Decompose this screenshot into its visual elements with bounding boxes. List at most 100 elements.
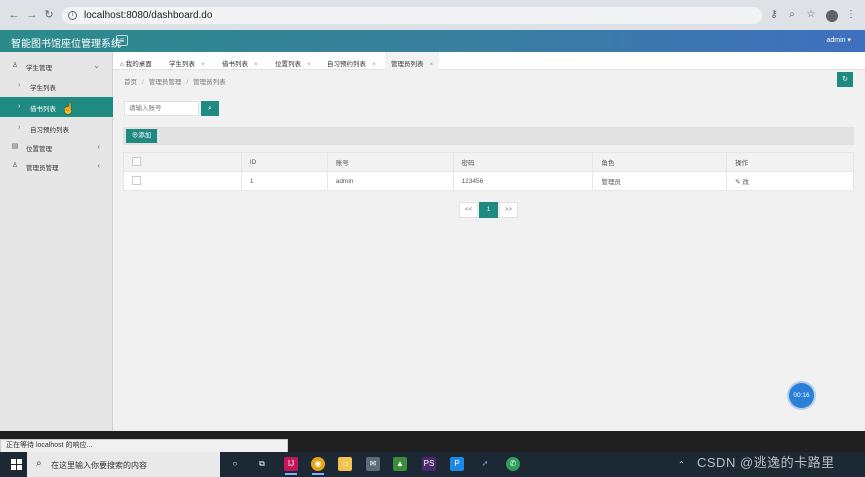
toolbar [123,127,854,145]
sidebar-group-label: 管理员管理 [26,165,59,172]
app-title: 智能图书馆座位管理系统 [11,39,121,50]
table-header-row: ID 账号 密码 角色 操作 [123,152,854,172]
tab-label: 借书列表 [222,61,248,68]
sidebar-item-student-list[interactable]: › 学生列表 [0,76,113,96]
document-icon: ▤ [11,143,19,150]
cell-role: 管理员 [592,171,728,191]
profile-avatar-icon[interactable] [826,10,838,22]
reload-icon[interactable]: ↻ [43,9,55,21]
column-header: 角色 [592,152,728,172]
tab-desktop[interactable]: ⌂ 我的桌面 [120,52,152,70]
tab-label: 自习预约列表 [327,61,366,68]
p-app-icon[interactable]: P [450,457,464,471]
column-header: 操作 [726,152,854,172]
admin-table: ID 账号 密码 角色 操作 1 admin 123456 管理员 ✎ 改 [123,152,854,191]
close-icon[interactable]: × [201,61,205,68]
sidebar-item-borrow-list[interactable]: › 借书列表 [0,97,113,117]
search-icon: ⌕ [36,458,42,469]
close-icon[interactable]: × [254,61,258,68]
search-input[interactable] [124,101,199,116]
zoom-icon[interactable]: ⌕ [786,9,798,21]
recorder-timer[interactable]: 00:16 [789,383,814,408]
address-bar[interactable]: i localhost:8080/dashboard.do [62,7,762,24]
table-row: 1 admin 123456 管理员 ✎ 改 [123,171,854,191]
pagination-next[interactable]: >> [499,202,518,218]
key-icon[interactable]: ⚷ [768,9,780,21]
edit-icon[interactable]: ✎ [735,179,740,186]
add-button-label: 添加 [138,132,152,139]
edit-label[interactable]: 改 [742,179,749,186]
file-explorer-icon[interactable]: ▭ [338,457,352,471]
breadcrumb-admin-management[interactable]: 管理员管理 [149,79,182,86]
sidebar-item-label: 学生列表 [30,85,56,92]
menu-toggle-icon[interactable]: ≡ [116,35,128,46]
select-cell [123,171,242,191]
sidebar-group-location[interactable]: ▤ 位置管理 ‹ [0,137,113,157]
tray-chevron-up-icon[interactable]: ⌃ [678,460,685,469]
row-checkbox[interactable] [132,175,141,185]
refresh-icon[interactable]: ↻ [837,72,853,87]
task-view-icon[interactable]: ⧉ [255,457,269,471]
phpstorm-icon[interactable]: PS [422,457,436,471]
tab-label: 位置列表 [275,61,301,68]
cortana-icon[interactable]: ○ [228,457,242,471]
sidebar-group-label: 位置管理 [26,146,52,153]
taskbar-search-placeholder: 在这里输入你要搜索的内容 [51,461,147,470]
tab-label: 管理员列表 [391,61,424,68]
sidebar-group-admin[interactable]: ♙ 管理员管理 ‹ [0,156,113,176]
column-header: 账号 [326,152,454,172]
sidebar-item-study-reservation-list[interactable]: › 自习预约列表 [0,118,113,138]
user-menu[interactable]: admin ▾ [826,36,851,44]
breadcrumb: 首页 / 管理员管理 / 管理员列表 [124,79,226,86]
sidebar-item-label: 借书列表 [30,106,56,113]
close-icon[interactable]: × [307,61,311,68]
tab-student-list[interactable]: 学生列表 × [169,52,205,70]
column-header: 密码 [452,152,594,172]
tab-bar: ⌂ 我的桌面 学生列表 × 借书列表 × 位置列表 × 自习预约列表 × 管理员列表 × [113,52,865,70]
tab-borrow-list[interactable]: 借书列表 × [222,52,258,70]
windows-start-icon[interactable] [11,459,22,470]
search-icon[interactable]: ⌕ [201,101,219,116]
mouse-cursor-icon: ☝ [62,104,75,115]
info-icon[interactable]: i [68,11,77,20]
user-icon: ♙ [11,162,19,169]
tab-label: 我的桌面 [125,61,152,68]
arrow-app-icon[interactable]: ➚ [478,457,492,471]
more-menu-icon[interactable]: ⋮ [845,9,857,21]
chart-app-icon[interactable]: ▲ [393,457,407,471]
browser-status-bar: 正在等待 localhost 的响应... [0,439,288,453]
cell-password: 123456 [452,171,594,191]
chrome-icon[interactable]: ◉ [311,457,325,475]
tab-study-reservation-list[interactable]: 自习预约列表 × [327,52,376,70]
arrow-right-icon[interactable]: → [26,9,38,21]
cell-account: admin [326,171,454,191]
arrow-left-icon[interactable]: ← [8,9,20,21]
chevron-left-icon: ‹ [97,161,100,170]
user-icon: ♙ [11,62,19,69]
cell-id: 1 [240,171,328,191]
pagination-prev[interactable]: << [459,202,478,218]
pagination-page-1[interactable]: 1 [479,202,498,218]
intellij-icon[interactable]: IJ [284,457,298,475]
mail-icon[interactable]: ✉ [366,457,380,471]
chevron-down-icon: ⌄ [93,61,100,70]
close-icon[interactable]: × [372,61,376,68]
sidebar-group-student[interactable]: ♙ 学生管理 ⌄ [0,56,113,76]
cell-action: ✎ 改 [726,171,854,191]
tab-admin-list[interactable]: 管理员列表 × [385,52,440,70]
url-text[interactable]: localhost:8080/dashboard.do [84,10,212,21]
tab-location-list[interactable]: 位置列表 × [275,52,311,70]
watermark: CSDN @逃逸的卡路里 [697,455,835,470]
tab-label: 学生列表 [169,61,195,68]
chevron-right-icon: › [18,82,21,89]
browser-toolbar: ← → ↻ i localhost:8080/dashboard.do ⚷ ⌕ … [0,0,865,30]
select-all-checkbox[interactable] [132,156,141,166]
app-header: 智能图书馆座位管理系统 ≡ admin ▾ [0,30,865,52]
add-button[interactable]: ⊕添加 [126,129,157,143]
taskbar-search[interactable]: ⌕ 在这里输入你要搜索的内容 [27,452,220,477]
star-icon[interactable]: ☆ [805,9,817,21]
breadcrumb-home[interactable]: 首页 [124,79,137,86]
close-icon[interactable]: × [430,61,434,68]
chevron-right-icon: › [18,124,21,131]
wechat-icon[interactable]: ✆ [506,457,520,471]
